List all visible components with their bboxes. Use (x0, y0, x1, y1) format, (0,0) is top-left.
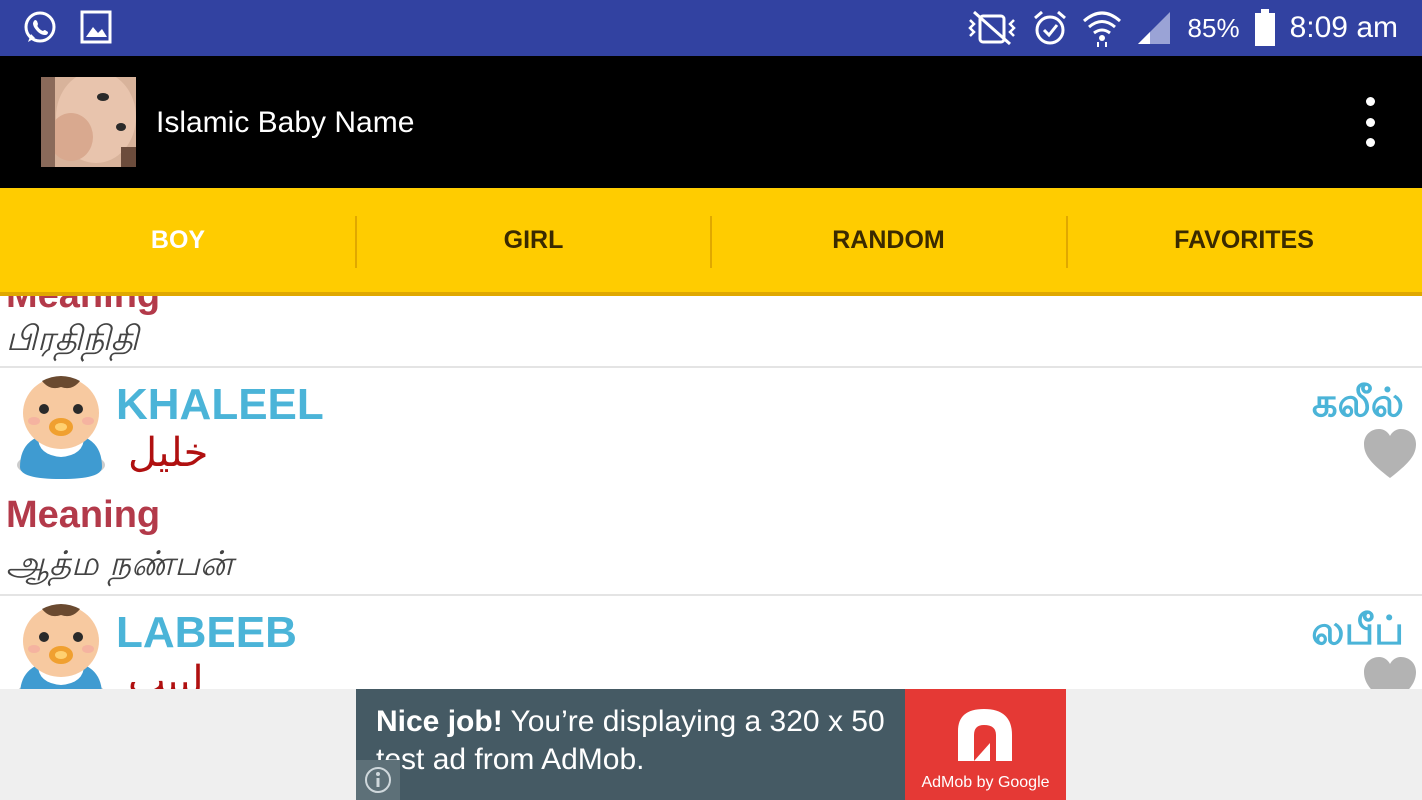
ad-area: Nice job! You’re displaying a 320 x 50 t… (0, 689, 1422, 800)
notification-icons (22, 10, 112, 46)
signal-icon (1137, 12, 1170, 44)
battery-icon (1254, 9, 1275, 46)
favorite-heart-icon[interactable] (1362, 428, 1418, 480)
name-tamil: லபீப் (1311, 608, 1404, 654)
admob-logo: AdMob by Google (905, 689, 1066, 800)
name-arabic: خليل (128, 430, 209, 476)
vibrate-mute-icon (967, 10, 1016, 46)
tab-girl[interactable]: GIRL (356, 188, 711, 292)
name-tamil: கலீல் (1311, 380, 1404, 426)
meaning-label: Meaning (6, 296, 160, 317)
meaning-text: ஆத்ம நண்பன் (6, 544, 233, 584)
admob-icon (958, 709, 1012, 761)
list-item[interactable]: LABEEB لبيب லபீப் (0, 596, 1422, 689)
overflow-menu-icon[interactable] (1358, 94, 1382, 150)
app-title: Islamic Baby Name (156, 106, 415, 139)
alarm-icon (1033, 10, 1066, 45)
whatsapp-icon (24, 11, 56, 43)
battery-percent: 85% (1187, 12, 1240, 43)
gallery-icon (80, 10, 112, 44)
meaning-label: Meaning (6, 494, 161, 536)
baby-boy-icon (18, 604, 104, 689)
app-logo-avatar (41, 77, 136, 167)
ad-headline: Nice job! (376, 705, 503, 738)
meaning-text: பிரதிநிதி (6, 319, 139, 359)
ad-info-icon[interactable] (356, 760, 400, 800)
tab-favorites[interactable]: FAVORITES (1066, 188, 1422, 292)
baby-boy-icon (17, 376, 105, 479)
system-status: 85% 8:09 am (966, 6, 1398, 50)
name-arabic: لبيب (128, 658, 204, 689)
tab-random[interactable]: RANDOM (711, 188, 1066, 292)
list-item[interactable]: Meaning பிரதிநிதி (0, 296, 1422, 366)
admob-brand: AdMob by Google (921, 774, 1050, 791)
wifi-icon (1082, 11, 1121, 47)
status-bar: 85% 8:09 am (0, 0, 1422, 56)
clock: 8:09 am (1289, 11, 1398, 44)
ad-banner[interactable]: Nice job! You’re displaying a 320 x 50 t… (356, 689, 1066, 800)
list-item[interactable]: KHALEEL خليل கலீல் Meaning ஆத்ம நண்பன் (0, 368, 1422, 594)
favorite-heart-icon[interactable] (1362, 656, 1418, 689)
name-english: LABEEB (116, 608, 297, 657)
names-list[interactable]: Meaning பிரதிநிதி KHALEEL خليل கலீல் Mea… (0, 296, 1422, 689)
ad-text: Nice job! You’re displaying a 320 x 50 t… (376, 703, 896, 779)
app-bar: Islamic Baby Name (0, 56, 1422, 188)
name-english: KHALEEL (116, 380, 324, 429)
tab-bar: BOY GIRL RANDOM FAVORITES (0, 188, 1422, 296)
tab-boy[interactable]: BOY (0, 188, 356, 292)
